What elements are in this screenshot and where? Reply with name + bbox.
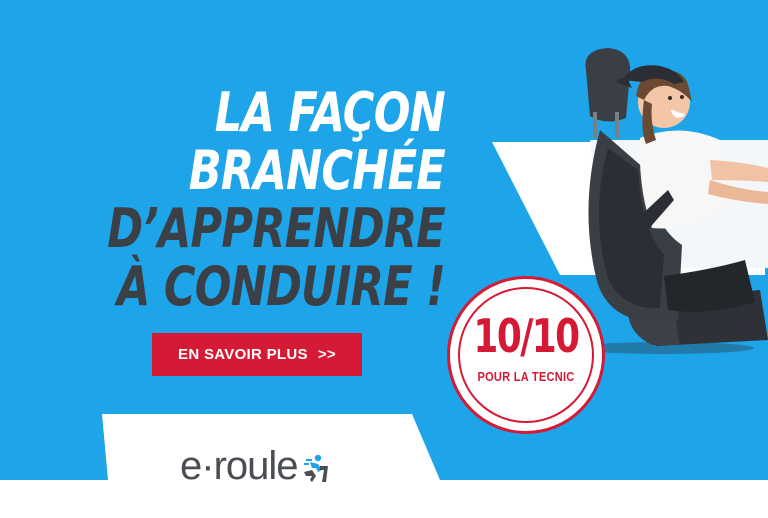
rating-subtitle: POUR LA TECNIC [477, 369, 575, 384]
headline: LA FAÇON BRANCHÉE D’APPRENDRE À CONDUIRE… [89, 81, 446, 318]
learn-more-button[interactable]: EN SAVOIR PLUS >> [152, 333, 362, 376]
rating-badge: 10/10 POUR LA TECNIC [447, 276, 605, 434]
learn-more-label: EN SAVOIR PLUS [178, 346, 308, 363]
headline-line-3: D’APPRENDRE [107, 197, 446, 260]
headline-line-4: À CONDUIRE ! [117, 255, 446, 318]
eroule-logo[interactable]: e·roule [180, 444, 332, 488]
driver-icon [303, 454, 328, 482]
rating-score: 10/10 [473, 309, 580, 363]
headline-line-2: BRANCHÉE [188, 139, 446, 202]
ad-banner[interactable]: LA FAÇON BRANCHÉE D’APPRENDRE À CONDUIRE… [0, 0, 768, 518]
headline-line-1: LA FAÇON [214, 81, 446, 144]
logo-wordmark: e·roule [180, 444, 299, 488]
double-chevron-right-icon: >> [317, 346, 336, 363]
